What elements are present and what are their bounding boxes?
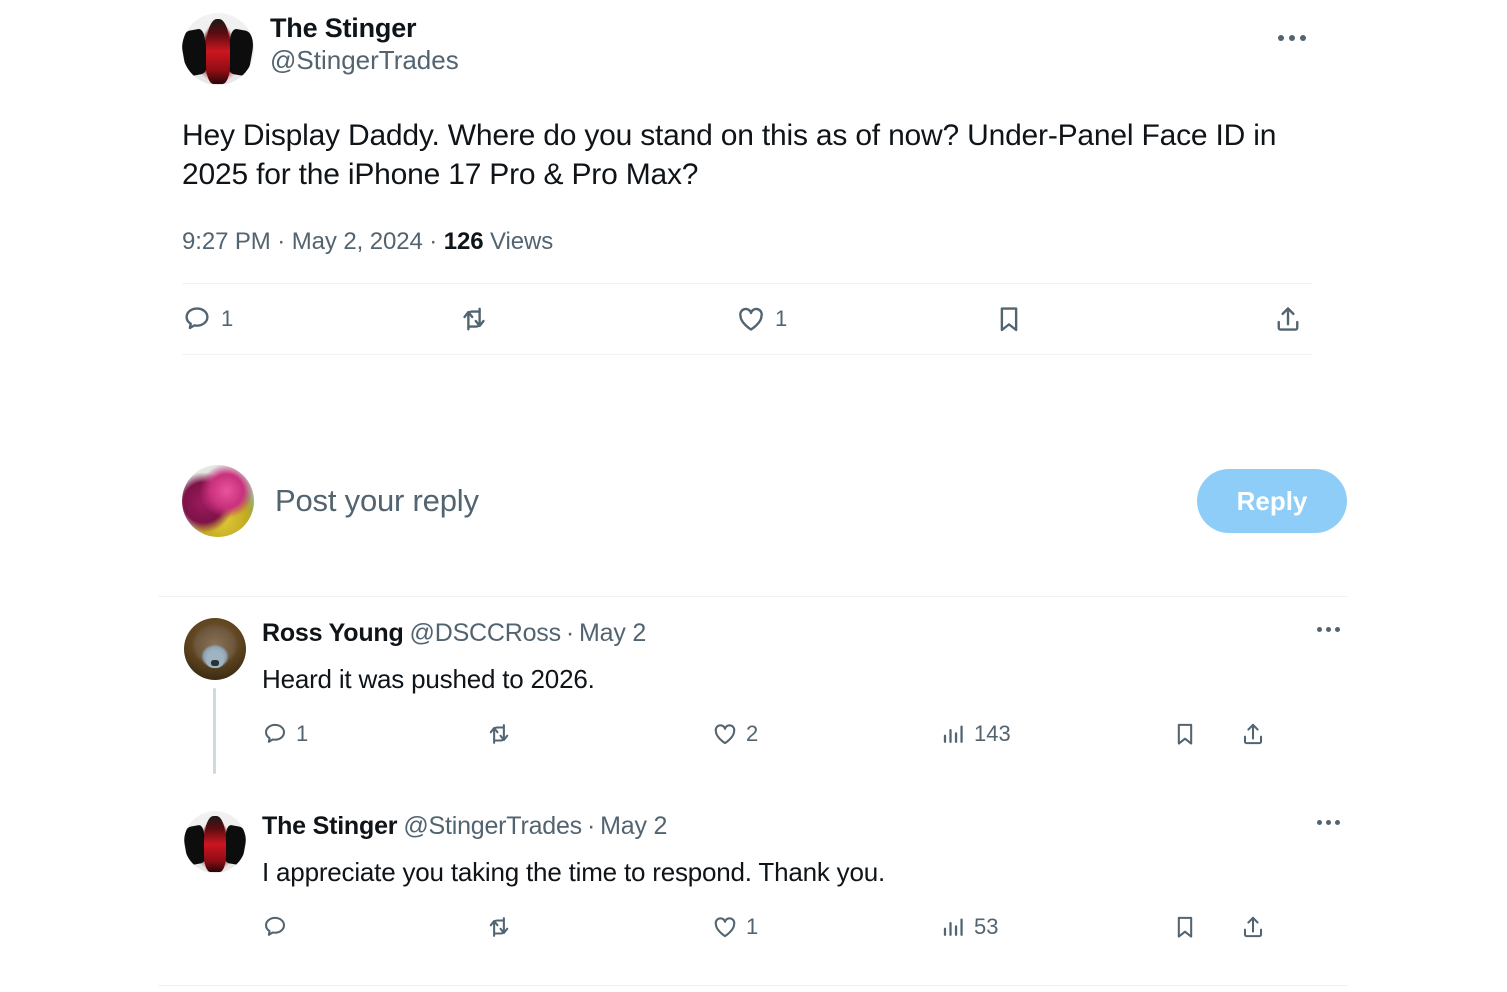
share-icon [1273,304,1303,334]
lion-avatar[interactable] [184,618,246,680]
reply-display-name[interactable]: Ross Young [262,619,404,647]
views-action[interactable]: 53 [940,914,1172,940]
reply-separator-dot: · [565,619,575,647]
divider-below-actions [182,354,1312,355]
views-action[interactable]: 143 [940,721,1172,747]
views-count: 53 [974,914,999,939]
retweet-action[interactable] [486,914,712,940]
views-count: 143 [974,721,1011,746]
reply-actions: 1 2 143 [262,706,1327,762]
reply-icon [262,914,288,940]
author-display-name: The Stinger [270,13,417,43]
like-icon [712,721,738,747]
share-action[interactable] [1273,304,1312,334]
reply-avatar-column [182,811,248,955]
retweet-icon [459,304,489,334]
reply-header: The Stinger @StingerTrades · May 2 [262,811,1340,841]
retweet-icon [486,721,512,747]
reply-count: 1 [296,721,309,746]
like-count: 2 [746,721,759,746]
divider-below-composer [158,596,1348,597]
share-icon [1240,914,1266,940]
reply-more-options-icon[interactable] [1308,616,1348,642]
retweet-icon [486,914,512,940]
main-tweet-text: Hey Display Daddy. Where do you stand on… [182,119,1277,191]
author-names[interactable]: The Stinger @StingerTrades [270,13,459,75]
retweet-action[interactable] [459,304,736,334]
bookmark-action[interactable] [1172,721,1240,747]
like-action[interactable]: 2 [712,721,940,747]
like-icon [736,304,766,334]
reply-text: Heard it was pushed to 2026. [262,664,595,694]
reply-submit-button[interactable]: Reply [1197,469,1347,533]
thread-connector-line [213,688,216,774]
tweet-time: 9:27 PM [182,228,271,255]
reply-display-name[interactable]: The Stinger [262,812,398,840]
views-icon [940,914,966,940]
reply-content: The Stinger @StingerTrades · May 2 I apprec… [262,811,1340,955]
more-options-icon[interactable] [1272,24,1312,52]
main-tweet-meta: 9:27 PM · May 2, 2024 · 126 Views [182,228,1312,256]
reply-action[interactable]: 1 [262,721,486,747]
main-tweet-header: The Stinger @StingerTrades [182,0,1312,85]
bookmark-action[interactable] [1172,914,1240,940]
like-count: 1 [746,914,759,939]
stinger-avatar[interactable] [182,13,254,85]
reply-avatar-column [182,618,248,774]
reply-timestamp[interactable]: May 2 [600,812,667,840]
reply-handle[interactable]: @StingerTrades [403,812,582,840]
like-count: 1 [775,306,788,331]
reply-count: 1 [221,306,234,331]
reply-timestamp[interactable]: May 2 [579,619,646,647]
reply-input-placeholder[interactable]: Post your reply [275,483,1197,519]
reply-header: Ross Young @DSCCRoss · May 2 [262,618,1340,648]
tweet-detail-page: The Stinger @StingerTrades Hey Display D… [0,0,1507,992]
share-action[interactable] [1240,721,1274,747]
like-action[interactable]: 1 [712,914,940,940]
tweet-date: May 2, 2024 [291,228,423,255]
main-tweet-actions: 1 1 [182,284,1312,354]
flower-avatar[interactable] [182,465,254,537]
main-tweet: The Stinger @StingerTrades Hey Display D… [182,0,1312,355]
reply-item-0: Ross Young @DSCCRoss · May 2 Heard it was p… [182,618,1340,774]
stinger-avatar[interactable] [184,811,246,873]
meta-dot-1: · [270,228,292,255]
reply-handle[interactable]: @DSCCRoss [410,619,562,647]
like-icon [712,914,738,940]
reply-action[interactable]: 1 [182,304,459,334]
bookmark-icon [1172,914,1198,940]
bookmark-icon [1172,721,1198,747]
reply-more-options-icon[interactable] [1308,809,1348,835]
bookmark-icon [994,304,1024,334]
reply-content: Ross Young @DSCCRoss · May 2 Heard it was p… [262,618,1340,762]
views-icon [940,721,966,747]
reply-separator-dot: · [586,812,596,840]
author-handle: @StingerTrades [270,45,459,76]
divider-bottom [158,985,1348,986]
reply-composer[interactable]: Post your reply Reply [182,463,1347,539]
meta-dot-2: · [422,228,444,255]
share-action[interactable] [1240,914,1274,940]
views-count: 126 [443,228,484,255]
reply-actions: 1 53 [262,899,1327,955]
reply-icon [182,304,212,334]
like-action[interactable]: 1 [736,304,994,334]
share-icon [1240,721,1266,747]
views-label: Views [483,228,554,255]
reply-icon [262,721,288,747]
bookmark-action[interactable] [994,304,1262,334]
retweet-action[interactable] [486,721,712,747]
reply-action[interactable] [262,914,486,940]
reply-item-1: The Stinger @StingerTrades · May 2 I apprec… [182,811,1340,955]
reply-text: I appreciate you taking the time to resp… [262,857,886,887]
